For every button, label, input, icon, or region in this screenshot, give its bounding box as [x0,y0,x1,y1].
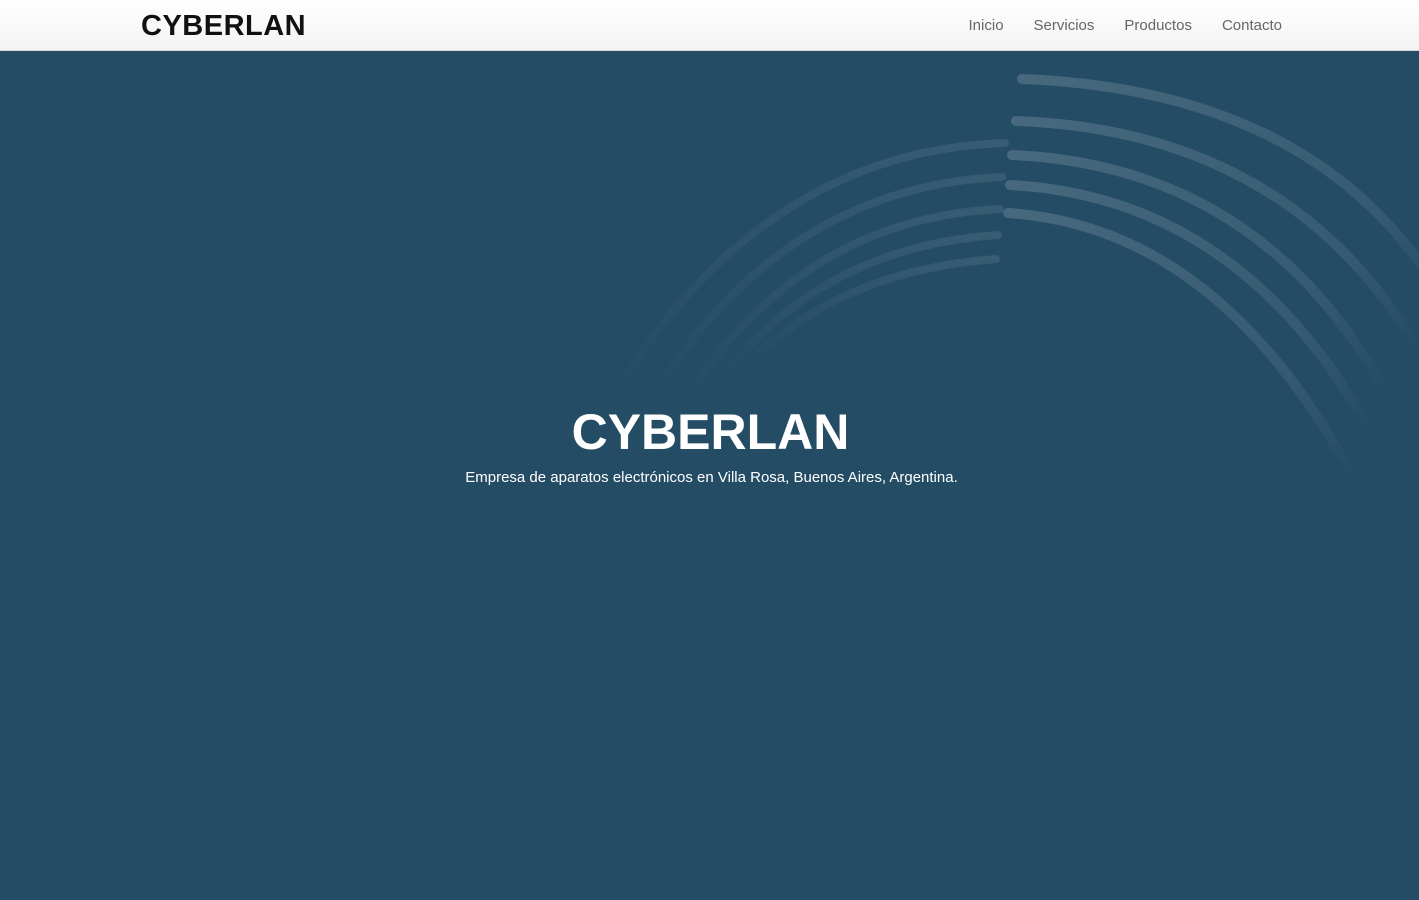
nav-link-contacto[interactable]: Contacto [1222,0,1282,51]
brand-logo-link[interactable]: CYBERLAN [141,9,306,43]
top-navbar: CYBERLAN Inicio Servicios Productos Cont… [0,0,1419,51]
hero-title: CYBERLAN [571,404,850,460]
left-arc-group [606,139,1009,405]
main-nav: Inicio Servicios Productos Contacto [939,0,1282,51]
hero-subtitle: Empresa de aparatos electrónicos en Vill… [465,469,958,486]
nav-link-servicios[interactable]: Servicios [1034,0,1095,51]
nav-link-productos[interactable]: Productos [1124,0,1192,51]
hero-section: CYBERLAN Empresa de aparatos electrónico… [0,51,1419,900]
nav-link-inicio[interactable]: Inicio [969,0,1004,51]
